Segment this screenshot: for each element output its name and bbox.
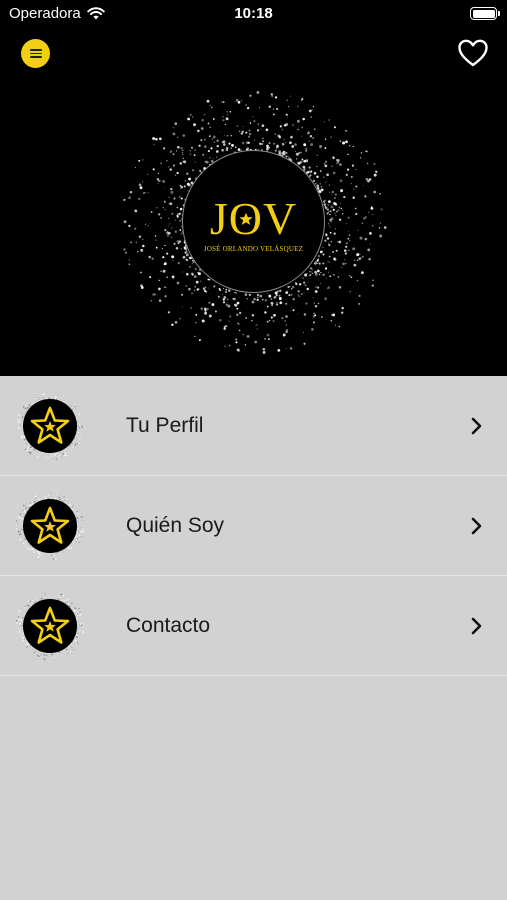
menu-item-contacto[interactable]: Contacto bbox=[0, 576, 507, 676]
heart-icon[interactable] bbox=[457, 38, 489, 68]
logo-monogram: J O V bbox=[210, 196, 297, 242]
menu-item-label: Quién Soy bbox=[126, 514, 225, 537]
star-badge-icon bbox=[16, 393, 84, 460]
logo-letter-o-wrap: O bbox=[229, 196, 263, 242]
battery-icon bbox=[470, 7, 500, 20]
menu-item-label: Tu Perfil bbox=[126, 414, 204, 437]
menu-item-quien-soy[interactable]: Quién Soy bbox=[0, 476, 507, 576]
logo-letter-v: V bbox=[262, 193, 298, 244]
logo-letter-j: J bbox=[209, 193, 229, 244]
star-badge-icon bbox=[16, 493, 84, 560]
menu-item-label: Contacto bbox=[126, 614, 211, 637]
logo: J O V JOSÉ ORLANDO VELÁSQUEZ bbox=[182, 150, 325, 293]
status-bar: Operadora 10:18 bbox=[0, 0, 507, 28]
hamburger-menu-button[interactable] bbox=[21, 39, 50, 68]
menu-item-tu-perfil[interactable]: Tu Perfil bbox=[0, 376, 507, 476]
chevron-right-icon bbox=[471, 417, 482, 435]
chevron-right-icon bbox=[471, 517, 482, 535]
header-banner: Operadora 10:18 J O V bbox=[0, 0, 507, 376]
logo-subtitle: JOSÉ ORLANDO VELÁSQUEZ bbox=[203, 245, 304, 253]
menu-list: Tu Perfil Quién Soy Contacto bbox=[0, 376, 507, 676]
status-time: 10:18 bbox=[234, 5, 273, 22]
chevron-right-icon bbox=[471, 617, 482, 635]
star-icon bbox=[239, 212, 253, 225]
star-badge-icon bbox=[16, 593, 84, 660]
